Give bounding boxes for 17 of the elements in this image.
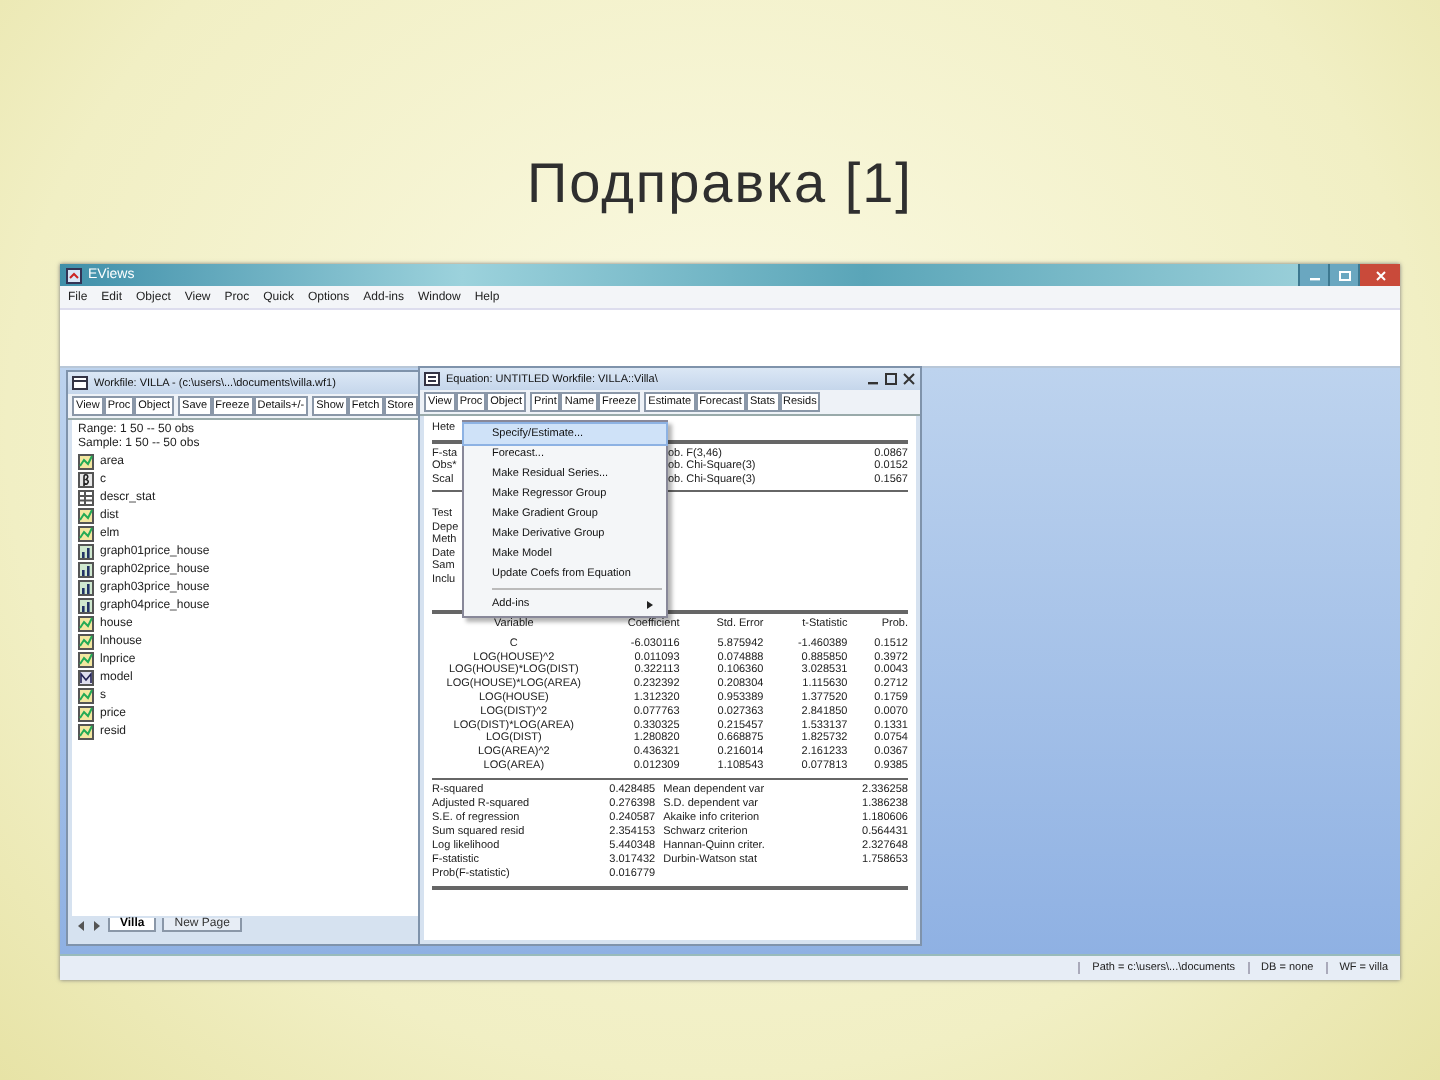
- left-arrow-icon: [76, 919, 86, 931]
- close-icon: [902, 372, 916, 386]
- slide-title: Подправка [1]: [527, 152, 913, 216]
- model-icon: [78, 669, 94, 686]
- submenu-arrow-icon: [646, 599, 654, 609]
- window-icon: [72, 376, 88, 390]
- series-icon: [78, 453, 94, 470]
- right-arrow-icon: [92, 919, 102, 931]
- minimize-button[interactable]: [1298, 264, 1328, 286]
- close-button[interactable]: [1358, 264, 1400, 286]
- table-icon: [78, 489, 94, 506]
- maximize-icon: [884, 372, 898, 386]
- window-icon: [424, 372, 440, 386]
- maximize-icon: [1337, 269, 1351, 281]
- coefficient-icon: [78, 471, 94, 488]
- maximize-button[interactable]: [1328, 264, 1358, 286]
- close-icon: [1373, 269, 1387, 281]
